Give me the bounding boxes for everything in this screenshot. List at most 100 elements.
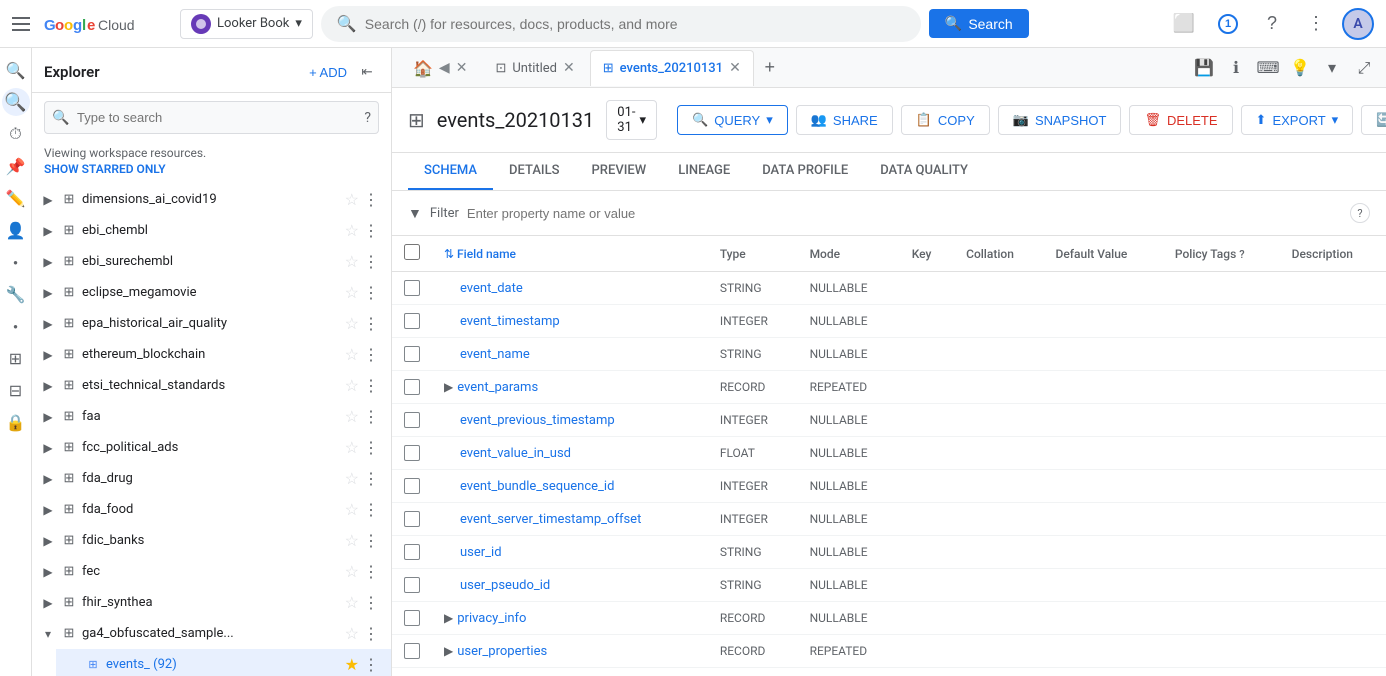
- terminal-icon-btn[interactable]: ⬜: [1166, 6, 1202, 42]
- tab-untitled[interactable]: ⊡ Untitled ✕: [482, 50, 587, 86]
- row-checkbox[interactable]: [404, 544, 420, 560]
- more-icon[interactable]: ⋮: [363, 376, 379, 395]
- row-checkbox[interactable]: [404, 643, 420, 659]
- field-name-link[interactable]: user_id: [460, 545, 502, 560]
- star-icon[interactable]: ☆: [345, 500, 359, 519]
- sidebar-icon-compose[interactable]: ✏️: [2, 184, 30, 212]
- row-checkbox[interactable]: [404, 379, 420, 395]
- tree-dataset-item[interactable]: ▶ ⊞ ethereum_blockchain ☆ ⋮: [32, 339, 391, 370]
- copy-btn[interactable]: 📋 COPY: [901, 105, 990, 135]
- dataset-row[interactable]: ▶ ⊞ ebi_surechembl ☆ ⋮: [32, 246, 391, 277]
- field-name-link[interactable]: user_pseudo_id: [460, 578, 550, 593]
- field-expand-icon[interactable]: ▶: [444, 611, 453, 625]
- query-btn[interactable]: 🔍 QUERY ▾: [677, 105, 788, 135]
- tabs-keyboard-icon[interactable]: ⌨: [1254, 54, 1282, 82]
- tree-dataset-item[interactable]: ▶ ⊞ fdic_banks ☆ ⋮: [32, 525, 391, 556]
- filter-input[interactable]: [467, 206, 1342, 221]
- sidebar-icon-search[interactable]: 🔍: [2, 56, 30, 84]
- starred-only-link[interactable]: SHOW STARRED ONLY: [32, 160, 391, 184]
- more-icon[interactable]: ⋮: [363, 500, 379, 519]
- dataset-row[interactable]: ▶ ⊞ ebi_chembl ☆ ⋮: [32, 215, 391, 246]
- add-tab-btn[interactable]: +: [756, 54, 784, 82]
- snapshot-btn[interactable]: 📷 SNAPSHOT: [998, 105, 1122, 135]
- row-checkbox[interactable]: [404, 280, 420, 296]
- policy-help-icon[interactable]: ?: [1239, 248, 1244, 261]
- tree-dataset-item[interactable]: ▶ ⊞ fda_drug ☆ ⋮: [32, 463, 391, 494]
- row-checkbox[interactable]: [404, 313, 420, 329]
- tab-untitled-close[interactable]: ✕: [563, 60, 575, 76]
- sidebar-icon-grid[interactable]: ⊟: [2, 376, 30, 404]
- field-name-link[interactable]: event_previous_timestamp: [460, 413, 615, 428]
- dataset-row[interactable]: ▶ ⊞ fda_drug ☆ ⋮: [32, 463, 391, 494]
- project-selector[interactable]: Looker Book ▾: [180, 9, 313, 39]
- star-icon-filled[interactable]: ★: [345, 655, 359, 674]
- field-expand-icon[interactable]: ▶: [444, 644, 453, 658]
- dataset-row[interactable]: ▾ ⊞ ga4_obfuscated_sample... ☆ ⋮: [32, 618, 391, 649]
- sidebar-icon-person[interactable]: 👤: [2, 216, 30, 244]
- hamburger-menu[interactable]: [12, 12, 36, 36]
- help-icon-btn[interactable]: ?: [1254, 6, 1290, 42]
- export-btn[interactable]: ⬆ EXPORT ▾: [1241, 105, 1354, 135]
- more-icon[interactable]: ⋮: [363, 190, 379, 209]
- tab-events-close[interactable]: ✕: [729, 60, 741, 76]
- tabs-save-icon[interactable]: 💾: [1190, 54, 1218, 82]
- version-selector[interactable]: 01-31 ▾: [606, 100, 657, 140]
- tabs-chevron-icon[interactable]: ▾: [1318, 54, 1346, 82]
- star-icon[interactable]: ☆: [345, 593, 359, 612]
- tab-home[interactable]: 🏠 ◀ ✕: [400, 50, 480, 86]
- more-icon[interactable]: ⋮: [363, 407, 379, 426]
- star-icon[interactable]: ☆: [345, 562, 359, 581]
- more-icon[interactable]: ⋮: [363, 345, 379, 364]
- more-icon[interactable]: ⋮: [363, 438, 379, 457]
- star-icon[interactable]: ☆: [345, 283, 359, 302]
- more-icon[interactable]: ⋮: [363, 221, 379, 240]
- dataset-row[interactable]: ▶ ⊞ fdic_banks ☆ ⋮: [32, 525, 391, 556]
- schema-tab-lineage[interactable]: LINEAGE: [662, 153, 746, 190]
- dataset-row[interactable]: ▶ ⊞ fcc_political_ads ☆ ⋮: [32, 432, 391, 463]
- star-icon[interactable]: ☆: [345, 314, 359, 333]
- dataset-row[interactable]: ▶ ⊞ fhir_synthea ☆ ⋮: [32, 587, 391, 618]
- star-icon[interactable]: ☆: [345, 376, 359, 395]
- more-icon[interactable]: ⋮: [363, 283, 379, 302]
- more-icon[interactable]: ⋮: [363, 314, 379, 333]
- user-avatar[interactable]: A: [1342, 8, 1374, 40]
- tabs-info-icon[interactable]: ℹ: [1222, 54, 1250, 82]
- star-icon[interactable]: ☆: [345, 407, 359, 426]
- dataset-row[interactable]: ▶ ⊞ eclipse_megamovie ☆ ⋮: [32, 277, 391, 308]
- field-name-link[interactable]: event_date: [460, 281, 523, 296]
- notification-btn[interactable]: 1: [1210, 6, 1246, 42]
- field-name-link[interactable]: event_timestamp: [460, 314, 560, 329]
- tree-dataset-item[interactable]: ▶ ⊞ ebi_surechembl ☆ ⋮: [32, 246, 391, 277]
- star-icon[interactable]: ☆: [345, 469, 359, 488]
- row-checkbox[interactable]: [404, 412, 420, 428]
- star-icon[interactable]: ☆: [345, 438, 359, 457]
- field-name-link[interactable]: user_properties: [457, 644, 547, 659]
- schema-tab-details[interactable]: DETAILS: [493, 153, 575, 190]
- collapse-panel-btn[interactable]: ⇤: [355, 60, 379, 84]
- row-checkbox[interactable]: [404, 577, 420, 593]
- more-icon[interactable]: ⋮: [363, 531, 379, 550]
- sidebar-icon-pinned[interactable]: 📌: [2, 152, 30, 180]
- more-icon[interactable]: ⋮: [363, 655, 379, 674]
- explorer-search-input[interactable]: [44, 101, 379, 134]
- tree-dataset-item[interactable]: ▶ ⊞ faa ☆ ⋮: [32, 401, 391, 432]
- row-checkbox[interactable]: [404, 511, 420, 527]
- tree-dataset-item[interactable]: ▶ ⊞ fec ☆ ⋮: [32, 556, 391, 587]
- field-name-link[interactable]: event_params: [457, 380, 538, 395]
- dataset-row[interactable]: ▶ ⊞ etsi_technical_standards ☆ ⋮: [32, 370, 391, 401]
- star-icon[interactable]: ☆: [345, 252, 359, 271]
- share-btn[interactable]: 👥 SHARE: [796, 105, 893, 135]
- add-button[interactable]: + ADD: [309, 65, 347, 80]
- more-icon[interactable]: ⋮: [363, 593, 379, 612]
- field-name-link[interactable]: event_bundle_sequence_id: [460, 479, 614, 494]
- more-icon[interactable]: ⋮: [363, 469, 379, 488]
- star-icon[interactable]: ☆: [345, 531, 359, 550]
- filter-help-icon[interactable]: ?: [1350, 203, 1370, 223]
- schema-tab-data-quality[interactable]: DATA QUALITY: [864, 153, 984, 190]
- sidebar-icon-explorer[interactable]: 🔍: [2, 88, 30, 116]
- tree-dataset-item[interactable]: ▶ ⊞ fcc_political_ads ☆ ⋮: [32, 432, 391, 463]
- explorer-help-icon[interactable]: ?: [364, 110, 371, 126]
- more-options-btn[interactable]: ⋮: [1298, 6, 1334, 42]
- schema-tab-preview[interactable]: PREVIEW: [576, 153, 663, 190]
- sidebar-icon-history[interactable]: ⏱: [2, 120, 30, 148]
